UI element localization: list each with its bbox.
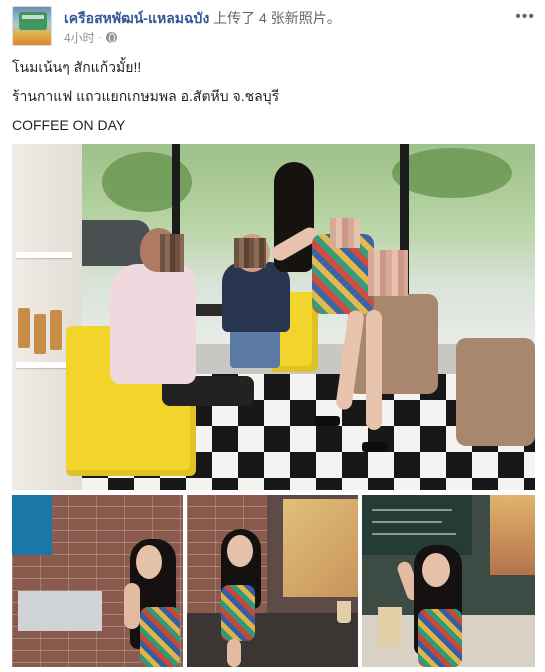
- meta-separator: ·: [98, 32, 103, 43]
- main-photo[interactable]: [12, 144, 535, 490]
- shelf: [16, 252, 72, 258]
- barista-face: [227, 535, 253, 567]
- menu-board: [362, 495, 472, 555]
- tree-painting: [283, 499, 358, 597]
- pixelated-face: [234, 238, 266, 268]
- cup: [378, 607, 402, 647]
- post-timestamp[interactable]: 4小时: [64, 29, 95, 46]
- author-line: เครือสหพัฒน์-แหลมฉบัง 上传了 4 张新照片。: [64, 8, 341, 30]
- menu-line: [372, 533, 456, 535]
- heel: [362, 442, 388, 452]
- heel: [314, 416, 340, 426]
- menu-line: [372, 521, 442, 523]
- counter: [187, 613, 358, 667]
- jar: [18, 308, 30, 348]
- photo-thumbnail[interactable]: [362, 495, 535, 667]
- flower-decoration: [490, 495, 535, 575]
- menu-line: [372, 509, 452, 511]
- photo-thumbnail[interactable]: [12, 495, 183, 667]
- seated-customer: [222, 262, 290, 332]
- seated-customer: [110, 264, 196, 384]
- jar: [50, 310, 62, 350]
- barista-leg: [366, 310, 382, 430]
- barista-face: [422, 553, 450, 587]
- post-meta: 4小时 ·: [64, 29, 118, 46]
- author-name-link[interactable]: เครือสหพัฒน์-แหลมฉบัง: [64, 10, 209, 26]
- more-options-icon[interactable]: •••: [515, 8, 535, 26]
- espresso-machine: [18, 591, 102, 631]
- photo-thumbnail[interactable]: [187, 495, 358, 667]
- barista-arm: [124, 583, 140, 629]
- shelf: [16, 362, 72, 368]
- barista-dress: [221, 585, 255, 641]
- cup: [337, 601, 351, 623]
- censor-block: [368, 250, 408, 296]
- post-text-line: ร้านกาแฟ แถวแยกเกษมพล อ.สัตหีบ จ.ชลบุรี: [12, 87, 280, 104]
- blue-wall: [12, 495, 52, 555]
- tree: [392, 148, 512, 198]
- pixelated-face: [160, 234, 184, 272]
- post-text-line: COFFEE ON DAY: [12, 116, 126, 133]
- barista-face: [136, 545, 162, 579]
- avatar-logo-stripe: [22, 15, 44, 19]
- barista-dress: [140, 607, 180, 667]
- post-text-line: โนมเน้นๆ สักแก้วมั้ย!!: [12, 59, 142, 75]
- person-legs: [230, 328, 280, 368]
- brown-armchair: [456, 338, 535, 446]
- post-text: โนมเน้นๆ สักแก้วมั้ย!! ร้านกาแฟ แถวแยกเก…: [12, 58, 532, 145]
- post-action-text: 上传了 4 张新照片。: [213, 10, 341, 26]
- jar: [34, 314, 46, 354]
- barista-dress: [418, 609, 462, 667]
- barista-leg: [227, 639, 241, 667]
- globe-icon[interactable]: [106, 32, 118, 43]
- censor-block: [330, 218, 360, 248]
- page-avatar[interactable]: [12, 6, 52, 46]
- post-header: เครือสหพัฒน์-แหลมฉบัง 上传了 4 张新照片。 4小时 · …: [12, 6, 537, 46]
